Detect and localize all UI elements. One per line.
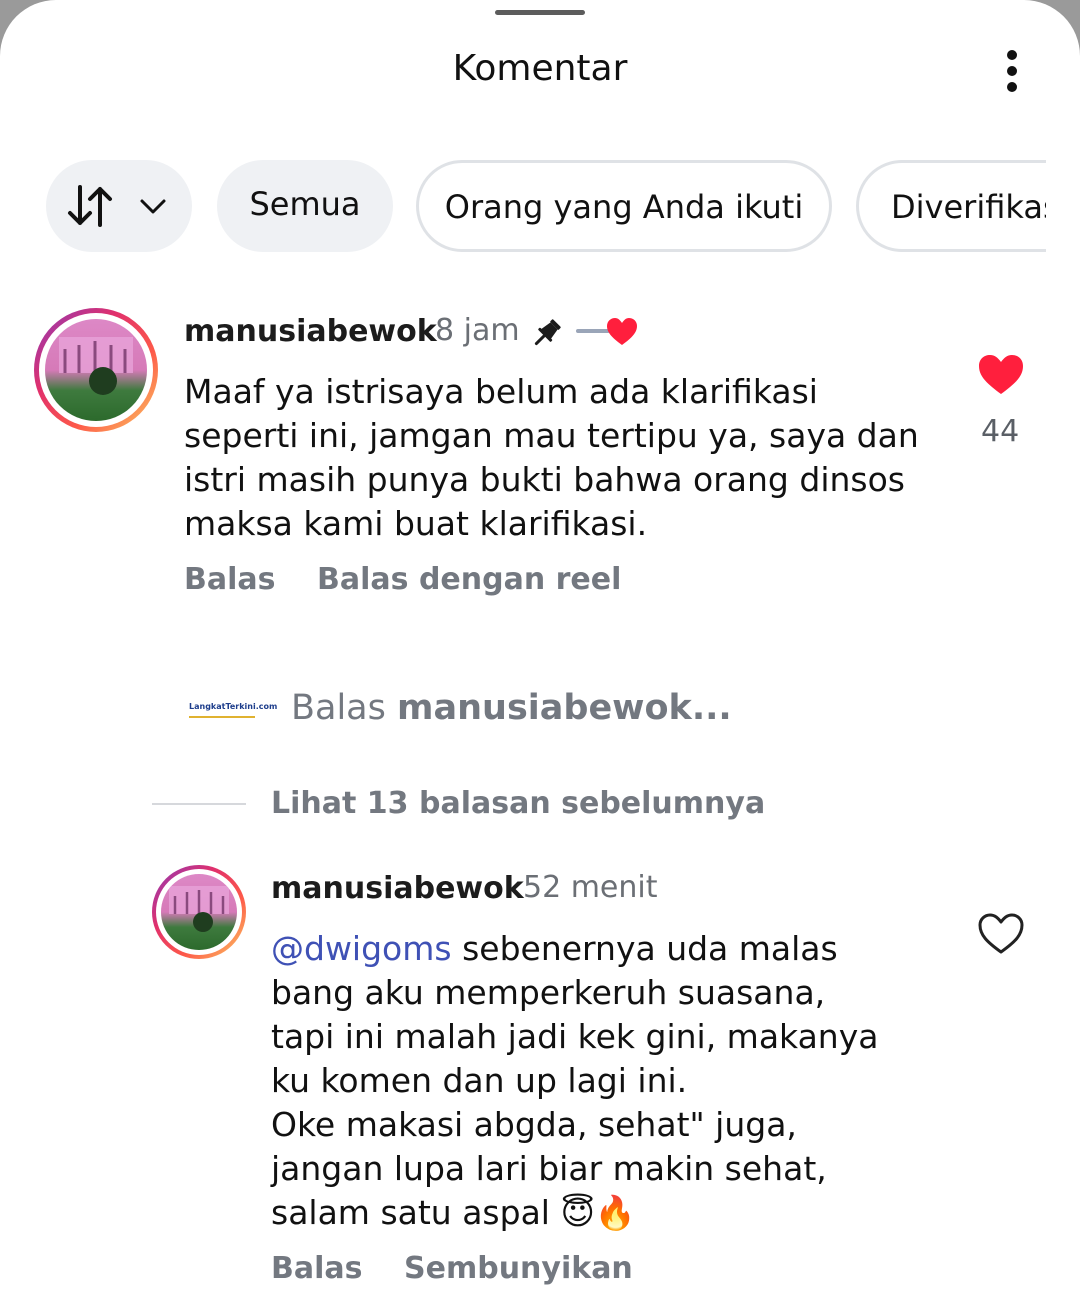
chevron-down-icon — [140, 199, 166, 214]
reply-button[interactable]: Balas — [271, 1251, 363, 1286]
reply-like-button[interactable] — [977, 913, 1025, 955]
reply-avatar-logo: LangkatTerkini.com — [186, 696, 277, 722]
comment-username[interactable]: manusiabewok — [184, 314, 437, 349]
filter-following[interactable]: Orang yang Anda ikuti — [416, 160, 832, 252]
avatar-image — [161, 874, 237, 950]
reply-avatar[interactable] — [152, 865, 246, 959]
avatar-image — [45, 319, 147, 421]
heart-outline-icon — [978, 913, 1024, 954]
mention-link[interactable]: @dwigoms — [271, 929, 452, 968]
reply-text: @dwigoms sebenernya uda malas bang aku m… — [271, 929, 879, 1232]
reply-username[interactable]: manusiabewok — [271, 871, 524, 906]
filter-verified[interactable]: Diverifikas — [856, 160, 1046, 252]
heart-filled-icon — [979, 355, 1023, 394]
comment-time: 8 jam — [435, 313, 520, 348]
reply-with-reel-button[interactable]: Balas dengan reel — [317, 562, 621, 597]
divider — [152, 803, 246, 805]
hide-button[interactable]: Sembunyikan — [404, 1251, 633, 1286]
pin-icon — [534, 319, 561, 346]
avatar[interactable] — [34, 308, 158, 432]
reply-button[interactable]: Balas — [184, 562, 276, 597]
sort-button[interactable] — [46, 160, 192, 252]
like-count: 44 — [981, 414, 1020, 449]
comments-sheet: Komentar Semua Orang yang Anda ikuti Div… — [0, 0, 1080, 1313]
view-previous-replies[interactable]: Lihat 13 balasan sebelumnya — [271, 786, 765, 821]
reply-time: 52 menit — [523, 870, 658, 905]
more-vertical-icon — [1007, 50, 1017, 60]
sort-arrows-icon — [68, 185, 112, 227]
reply-input-prefix: Balas — [291, 688, 386, 728]
logo-text: LangkatTerkini.com — [189, 702, 278, 711]
drag-handle[interactable] — [495, 10, 585, 15]
filter-bar: Semua Orang yang Anda ikuti Diverifikas — [0, 160, 1046, 252]
reply-input[interactable]: Balas manusiabewok... — [291, 688, 732, 728]
comment-text: Maaf ya istrisaya belum ada klarifikasi … — [184, 372, 919, 543]
page-title: Komentar — [452, 48, 628, 89]
filter-all[interactable]: Semua — [217, 160, 393, 252]
like-button[interactable] — [977, 354, 1025, 396]
creator-liked-heart-icon — [576, 318, 638, 346]
reply-input-target: manusiabewok... — [397, 688, 732, 728]
more-options-button[interactable] — [990, 46, 1036, 96]
